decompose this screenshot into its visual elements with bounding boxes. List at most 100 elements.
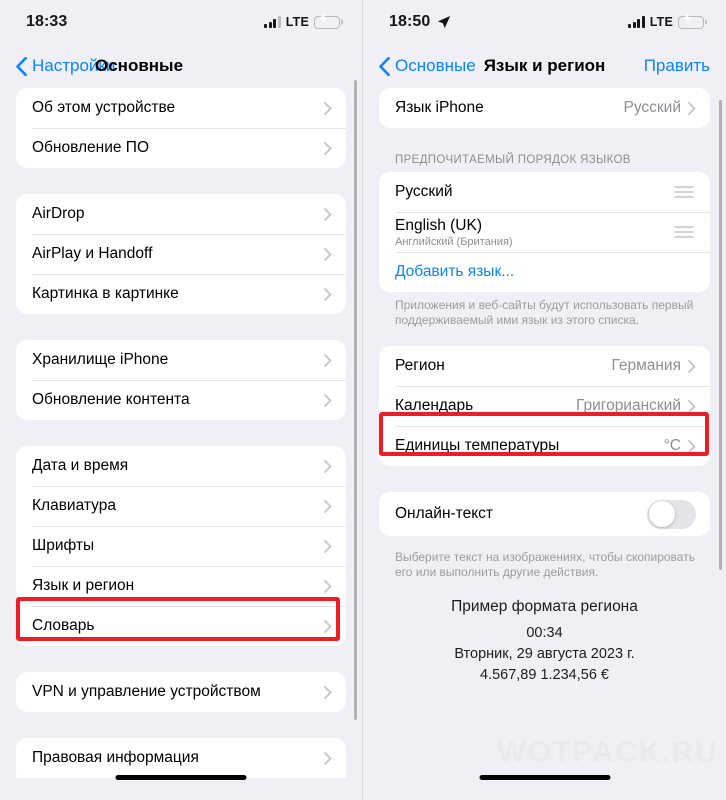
right-status-time: 18:50 <box>389 13 431 30</box>
row-label: Календарь <box>395 397 474 414</box>
row-live-text[interactable]: Онлайн-текст <box>379 492 710 536</box>
left-group-vpn: VPN и управление устройством <box>16 672 346 712</box>
left-phone-panel: 18:33 LTE Настройки Основные Об этом уст… <box>0 0 363 800</box>
left-status-bar: 18:33 LTE <box>0 0 362 44</box>
left-scroll-indicator[interactable] <box>354 80 357 720</box>
sidebar-item-vpn-device-management[interactable]: VPN и управление устройством <box>16 672 346 712</box>
chevron-right-icon <box>324 685 332 699</box>
right-scroll-indicator[interactable] <box>719 100 722 570</box>
right-back-button[interactable]: Основные <box>379 56 476 76</box>
sidebar-item-airplay-handoff[interactable]: AirPlay и Handoff <box>16 234 346 274</box>
row-label: Русский <box>395 183 453 200</box>
row-label: Язык и регион <box>32 577 135 594</box>
right-back-label: Основные <box>395 56 476 75</box>
chevron-right-icon <box>688 359 696 373</box>
sidebar-item-legal-info[interactable]: Правовая информация <box>16 738 346 778</box>
sidebar-item-dictionary[interactable]: Словарь <box>16 606 346 646</box>
left-back-button[interactable]: Настройки <box>16 56 115 76</box>
drag-handle-icon[interactable] <box>674 186 694 198</box>
right-nav-bar: Основные Язык и регион Править <box>363 44 726 88</box>
row-label: Обновление контента <box>32 391 190 408</box>
charging-bolt-icon <box>683 12 692 24</box>
left-group-device: Об этом устройстве Обновление ПО <box>16 88 346 168</box>
language-region-list[interactable]: Язык iPhone Русский ПРЕДПОЧИТАЕМЫЙ ПОРЯД… <box>363 88 726 800</box>
row-label: Онлайн-текст <box>395 505 494 522</box>
battery-icon <box>314 12 340 29</box>
row-label: AirDrop <box>32 205 85 222</box>
left-status-indicators: LTE <box>264 12 340 29</box>
sidebar-item-iphone-storage[interactable]: Хранилище iPhone <box>16 340 346 380</box>
sidebar-item-about[interactable]: Об этом устройстве <box>16 88 346 128</box>
right-status-indicators: LTE <box>628 12 704 29</box>
sidebar-item-fonts[interactable]: Шрифты <box>16 526 346 566</box>
row-iphone-language[interactable]: Язык iPhone Русский <box>379 88 710 128</box>
chevron-right-icon <box>324 751 332 765</box>
sample-date: Вторник, 29 августа 2023 г. <box>454 646 635 662</box>
sidebar-item-date-time[interactable]: Дата и время <box>16 446 346 486</box>
row-label: Обновление ПО <box>32 139 149 156</box>
row-label: Добавить язык... <box>395 263 515 280</box>
sidebar-item-language-region[interactable]: Язык и регион <box>16 566 346 606</box>
region-format-sample: Пример формата региона 00:34 Вторник, 29… <box>379 594 710 686</box>
left-settings-list[interactable]: Об этом устройстве Обновление ПО AirDrop… <box>0 88 362 800</box>
chevron-right-icon <box>324 459 332 473</box>
live-text-toggle[interactable] <box>647 499 696 529</box>
row-label: Регион <box>395 357 445 374</box>
left-home-indicator <box>115 775 247 780</box>
right-phone-panel: 18:50 LTE Основные Язык и регион Править… <box>363 0 726 800</box>
dual-screenshot-composite: 18:33 LTE Настройки Основные Об этом уст… <box>0 0 726 800</box>
right-status-bar: 18:50 LTE <box>363 0 726 44</box>
row-label: Правовая информация <box>32 749 199 766</box>
sidebar-item-background-refresh[interactable]: Обновление контента <box>16 380 346 420</box>
row-region[interactable]: Регион Германия <box>379 346 710 386</box>
chevron-right-icon <box>324 207 332 221</box>
chevron-right-icon <box>324 101 332 115</box>
chevron-left-icon <box>16 56 27 76</box>
chevron-right-icon <box>688 101 696 115</box>
row-label: English (UK) <box>395 216 482 234</box>
preferred-order-caption: ПРЕДПОЧИТАЕМЫЙ ПОРЯДОК ЯЗЫКОВ <box>395 154 631 166</box>
sidebar-item-picture-in-picture[interactable]: Картинка в картинке <box>16 274 346 314</box>
chevron-right-icon <box>688 439 696 453</box>
sample-numbers: 4.567,89 1.234,56 € <box>479 667 609 683</box>
location-arrow-icon <box>438 16 451 29</box>
chevron-right-icon <box>324 539 332 553</box>
row-label: Об этом устройстве <box>32 99 176 116</box>
row-calendar[interactable]: Календарь Григорианский <box>379 386 710 426</box>
row-label: Шрифты <box>32 537 95 554</box>
right-home-indicator <box>479 775 610 780</box>
battery-icon <box>678 12 704 29</box>
row-label: Хранилище iPhone <box>32 351 169 368</box>
drag-handle-icon[interactable] <box>674 226 694 238</box>
row-value: Григорианский <box>575 397 681 414</box>
preferred-languages-group: Русский English (UK) Английский (Британи… <box>379 172 710 292</box>
chevron-left-icon <box>379 56 390 76</box>
row-label: VPN и управление устройством <box>32 683 261 700</box>
row-text-block: Русский <box>395 179 674 205</box>
left-group-storage: Хранилище iPhone Обновление контента <box>16 340 346 420</box>
row-label: Дата и время <box>32 457 129 474</box>
row-label: Словарь <box>32 617 95 634</box>
live-text-group: Онлайн-текст <box>379 492 710 536</box>
left-carrier-label: LTE <box>285 15 309 29</box>
sidebar-item-airdrop[interactable]: AirDrop <box>16 194 346 234</box>
row-value: Германия <box>611 357 682 374</box>
add-language-button[interactable]: Добавить язык... <box>379 252 710 292</box>
chevron-right-icon <box>324 287 332 301</box>
chevron-right-icon <box>324 247 332 261</box>
language-list-item-russian[interactable]: Русский <box>379 172 710 212</box>
chevron-right-icon <box>324 141 332 155</box>
row-label: Единицы температуры <box>395 437 560 454</box>
sidebar-item-keyboard[interactable]: Клавиатура <box>16 486 346 526</box>
row-label: Клавиатура <box>32 497 116 514</box>
language-list-item-english-uk[interactable]: English (UK) Английский (Британия) <box>379 212 710 252</box>
row-temperature-unit[interactable]: Единицы температуры °C <box>379 426 710 466</box>
site-watermark: WOTPACK.RU <box>496 734 718 769</box>
chevron-right-icon <box>324 393 332 407</box>
sample-time: 00:34 <box>526 625 563 641</box>
chevron-right-icon <box>324 499 332 513</box>
left-group-sharing: AirDrop AirPlay и Handoff Картинка в кар… <box>16 194 346 314</box>
row-text-block: English (UK) Английский (Британия) <box>395 213 674 252</box>
sidebar-item-software-update[interactable]: Обновление ПО <box>16 128 346 168</box>
edit-button[interactable]: Править <box>644 56 710 76</box>
